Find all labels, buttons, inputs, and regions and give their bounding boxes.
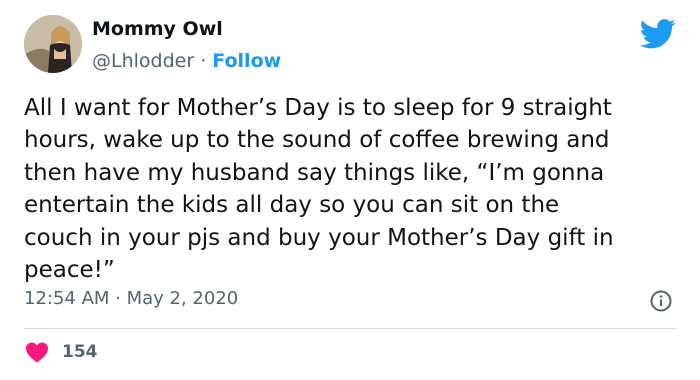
divider [24,328,676,329]
tweet-text-line: All I want for Mother’s Day is to sleep … [24,95,612,121]
handle-row: @Lhlodder · Follow [92,50,281,72]
author-name[interactable]: Mommy Owl [92,18,223,40]
tweet-card: Mommy Owl @Lhlodder · Follow All I want … [0,0,700,380]
tweet-text-line: couch in your pjs and buy your Mother’s … [24,224,614,251]
tweet-text-line: peace!” [24,257,115,284]
info-icon[interactable] [650,290,672,312]
separator-dot: · [194,50,213,72]
tweet-text-line: hours, wake up to the sound of coffee br… [24,127,610,154]
tweet-text-line: then have my husband say things like, “I… [24,159,605,186]
tweet-timestamp[interactable]: 12:54 AM · May 2, 2020 [24,288,238,309]
tweet-text: All I want for Mother’s Day is to sleep … [24,92,679,286]
like-count[interactable]: 154 [62,342,98,362]
tweet-text-line: entertain the kids all day so you can si… [24,192,560,219]
twitter-bird-icon[interactable] [640,19,676,49]
avatar-photo [24,15,82,73]
follow-button[interactable]: Follow [212,50,281,72]
heart-icon[interactable] [25,341,49,363]
author-handle[interactable]: @Lhlodder [92,50,194,72]
avatar[interactable] [24,15,82,73]
